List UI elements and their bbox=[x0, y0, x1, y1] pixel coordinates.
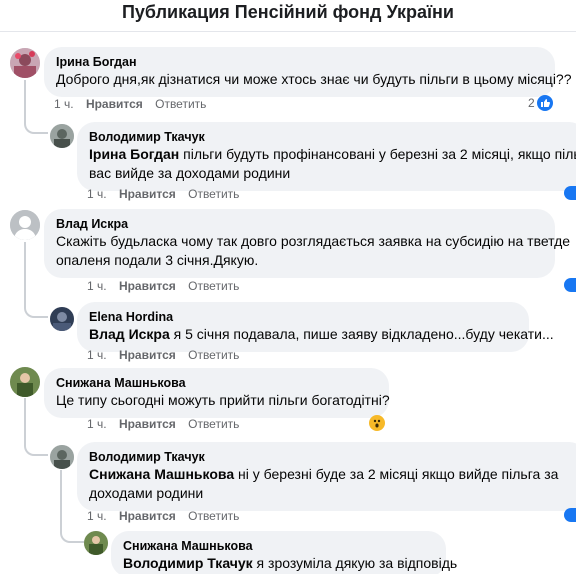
like-button[interactable]: Нравится bbox=[86, 97, 143, 111]
comment-time[interactable]: 1 ч. bbox=[54, 97, 74, 111]
comment-text: Влад Искра я 5 січня подавала, пише заяв… bbox=[89, 325, 554, 344]
mention-tag[interactable]: Володимир Ткачук bbox=[123, 555, 253, 571]
like-button[interactable]: Нравится bbox=[119, 509, 176, 523]
comment-actions: 1 ч. Нравится Ответить bbox=[87, 278, 248, 294]
comment-actions: 1 ч. Нравится Ответить bbox=[87, 347, 248, 363]
thread-line bbox=[24, 242, 26, 272]
avatar[interactable] bbox=[50, 307, 74, 331]
reply-bubble: Elena Hordina Влад Искра я 5 січня подав… bbox=[77, 302, 554, 352]
reply-button[interactable]: Ответить bbox=[155, 97, 206, 111]
comment-text: Володимир Ткачук я зрозуміла дякую за ві… bbox=[123, 554, 457, 573]
reaction-count: 2 bbox=[528, 96, 535, 110]
reply-button[interactable]: Ответить bbox=[188, 187, 239, 201]
like-icon[interactable] bbox=[564, 278, 576, 292]
comment-text-line: вас вийде за доходами родини bbox=[89, 165, 291, 181]
mention-tag[interactable]: Влад Искра bbox=[89, 326, 170, 342]
thread-connector bbox=[24, 420, 48, 456]
comment-text-line: пільги будуть профінансовані у березні з… bbox=[179, 146, 576, 162]
like-icon bbox=[536, 95, 553, 111]
comment-actions: 1 ч. Нравится Ответить bbox=[54, 96, 215, 112]
avatar[interactable] bbox=[10, 367, 40, 397]
comment-time[interactable]: 1 ч. bbox=[87, 348, 107, 362]
like-button[interactable]: Нравится bbox=[119, 187, 176, 201]
reply-bubble: Снижана Машнькова Володимир Ткачук я зро… bbox=[111, 531, 457, 574]
like-icon[interactable] bbox=[564, 508, 576, 522]
reply-button[interactable]: Ответить bbox=[188, 348, 239, 362]
comment-time[interactable]: 1 ч. bbox=[87, 509, 107, 523]
mention-tag[interactable]: Снижана Машнькова bbox=[89, 466, 234, 482]
comment-text: Доброго дня,як дізнатися чи може хтось з… bbox=[56, 71, 572, 87]
comment-text-line: я зрозуміла дякую за відповідь bbox=[252, 555, 458, 571]
reply-bubble: Володимир Ткачук Снижана Машнькова ні у … bbox=[77, 442, 576, 511]
like-button[interactable]: Нравится bbox=[119, 417, 176, 431]
comment-text-line: я 5 січня подавала, пише заяву відкладен… bbox=[169, 326, 554, 342]
like-button[interactable]: Нравится bbox=[119, 279, 176, 293]
comment-actions: 1 ч. Нравится Ответить bbox=[87, 186, 248, 202]
mention-tag[interactable]: Ірина Богдан bbox=[89, 146, 179, 162]
thread-line bbox=[60, 470, 62, 520]
thread-connector bbox=[24, 112, 48, 134]
avatar-image bbox=[10, 367, 40, 397]
comment-actions: 1 ч. Нравится Ответить bbox=[87, 508, 248, 524]
comment-bubble: Влад Искра Скажіть будьласка чому так до… bbox=[44, 209, 571, 278]
reply-button[interactable]: Ответить bbox=[188, 279, 239, 293]
like-button[interactable]: Нравится bbox=[119, 348, 176, 362]
comment-bubble: Ірина Богдан Доброго дня,як дізнатися чи… bbox=[44, 47, 572, 97]
page-title: Публикация Пенсійний фонд України bbox=[121, 2, 454, 22]
reply-button[interactable]: Ответить bbox=[188, 417, 239, 431]
comment-text-line: доходами родини bbox=[89, 485, 204, 501]
avatar-image bbox=[10, 210, 40, 240]
comment-text-line: ні у березні буде за 2 місяці якщо вийде… bbox=[234, 466, 559, 482]
reaction-summary[interactable] bbox=[369, 415, 385, 431]
thread-connector bbox=[24, 270, 48, 318]
avatar-image bbox=[84, 531, 108, 555]
like-icon[interactable] bbox=[564, 186, 576, 200]
comment-actions: 1 ч. Нравится Ответить bbox=[87, 416, 248, 432]
comment-time[interactable]: 1 ч. bbox=[87, 417, 107, 431]
comment-time[interactable]: 1 ч. bbox=[87, 279, 107, 293]
avatar[interactable] bbox=[50, 445, 74, 469]
comment-text: Скажіть будьласка чому так довго розгляд… bbox=[56, 233, 571, 249]
comment-text-line: опаленя подали 3 січня.Дякую. bbox=[56, 252, 259, 268]
avatar-image bbox=[50, 445, 74, 469]
comment-author[interactable]: Ірина Богдан bbox=[56, 54, 543, 70]
reply-bubble: Володимир Ткачук Ірина Богдан пільги буд… bbox=[77, 122, 576, 191]
avatar-image bbox=[50, 307, 74, 331]
comment-author[interactable]: Снижана Машнькова bbox=[56, 375, 377, 391]
reaction-summary[interactable]: 2 bbox=[528, 95, 553, 111]
comment-author[interactable]: Снижана Машнькова bbox=[123, 538, 434, 554]
wow-icon bbox=[369, 415, 385, 431]
comment-author[interactable]: Elena Hordina bbox=[89, 309, 517, 325]
avatar[interactable] bbox=[50, 124, 74, 148]
comment-text: Ірина Богдан пільги будуть профінансован… bbox=[89, 145, 576, 164]
comment-text: Це типу сьогодні можуть прийти пільги бо… bbox=[56, 392, 390, 408]
avatar[interactable] bbox=[84, 531, 108, 555]
avatar-image bbox=[10, 48, 40, 78]
comment-bubble: Снижана Машнькова Це типу сьогодні можут… bbox=[44, 368, 390, 418]
avatar[interactable] bbox=[10, 48, 40, 78]
comment-text: Снижана Машнькова ні у березні буде за 2… bbox=[89, 465, 575, 484]
thread-connector bbox=[60, 515, 84, 543]
comment-author[interactable]: Влад Искра bbox=[56, 216, 543, 232]
comment-author[interactable]: Володимир Ткачук bbox=[89, 129, 575, 145]
header-divider bbox=[0, 31, 576, 32]
comment-author[interactable]: Володимир Ткачук bbox=[89, 449, 575, 465]
comment-time[interactable]: 1 ч. bbox=[87, 187, 107, 201]
avatar-image bbox=[50, 124, 74, 148]
avatar[interactable] bbox=[10, 210, 40, 240]
reply-button[interactable]: Ответить bbox=[188, 509, 239, 523]
